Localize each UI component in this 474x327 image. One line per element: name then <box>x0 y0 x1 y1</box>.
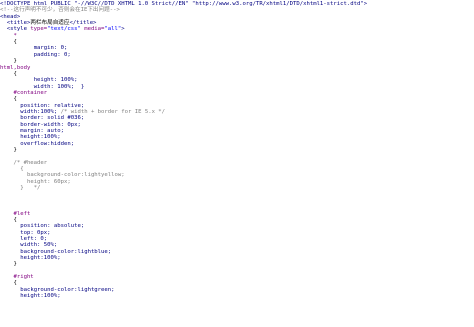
code-token: height:100%; <box>20 134 61 141</box>
code-editor[interactable]: <!DOCTYPE html PUBLIC "-//W3C//DTD XHTML… <box>0 0 474 327</box>
code-token: * <box>13 32 17 39</box>
code-token: background-color:lightyellow; <box>26 172 125 179</box>
code-token: padding: 0; <box>33 51 71 58</box>
code-token: height:100%; <box>20 293 61 300</box>
code-line: height:100%; <box>0 293 474 299</box>
code-token: 两栏布局自适应 <box>30 20 70 27</box>
code-token: type= <box>30 26 48 33</box>
code-token: #container <box>13 89 48 96</box>
code-token: background-color:lightblue; <box>20 248 112 255</box>
code-token: <!--这行声明不可少，否则会在IE下出问题--> <box>0 7 120 14</box>
code-token: position: absolute; <box>20 223 85 230</box>
code-token: background-color:lightgreen; <box>20 286 115 293</box>
code-token: { <box>13 39 17 46</box>
code-token: } */ <box>20 185 41 192</box>
code-token: top: 0px; <box>20 229 51 236</box>
code-token: margin: auto; <box>20 128 64 134</box>
code-token: } <box>13 261 17 268</box>
code-token: { <box>20 166 24 173</box>
code-token: position: relative; <box>20 102 85 109</box>
code-token: { <box>13 70 17 77</box>
code-token: { <box>13 280 17 287</box>
code-token: > <box>121 26 125 33</box>
code-token: html,body <box>0 64 31 71</box>
code-token: #right <box>13 274 34 281</box>
code-token: height: 100%; <box>33 77 78 84</box>
code-token: <style <box>6 26 31 33</box>
code-token: "all" <box>104 26 122 33</box>
code-token: overflow:hidden; <box>20 140 75 147</box>
code-token: } <box>13 147 17 154</box>
code-token: <title> <box>6 20 31 27</box>
code-token: border: solid #036; <box>20 115 85 122</box>
code-token: width:100%; <box>20 108 61 115</box>
code-token: border-width: 0px; <box>20 121 81 128</box>
code-token: margin: 0; <box>33 45 68 52</box>
code-token: left: 0; <box>20 235 48 242</box>
code-token: /* width + border for IE 5.x */ <box>60 108 166 115</box>
code-token: width: 50%; <box>20 242 58 249</box>
code-token: height:100%; <box>20 255 61 261</box>
code-token: media= <box>84 26 105 33</box>
code-token: { <box>13 96 17 103</box>
code-token: "text/css" <box>47 26 85 33</box>
code-token: height: 60px; <box>26 178 71 185</box>
code-token: { <box>13 216 17 223</box>
code-token: #left <box>13 210 31 217</box>
code-token: width: 100%; } <box>33 83 85 90</box>
code-token: /* #header <box>13 159 48 166</box>
code-token: <head> <box>0 13 21 20</box>
code-token: </title> <box>69 20 97 27</box>
code-token: } <box>13 58 17 65</box>
